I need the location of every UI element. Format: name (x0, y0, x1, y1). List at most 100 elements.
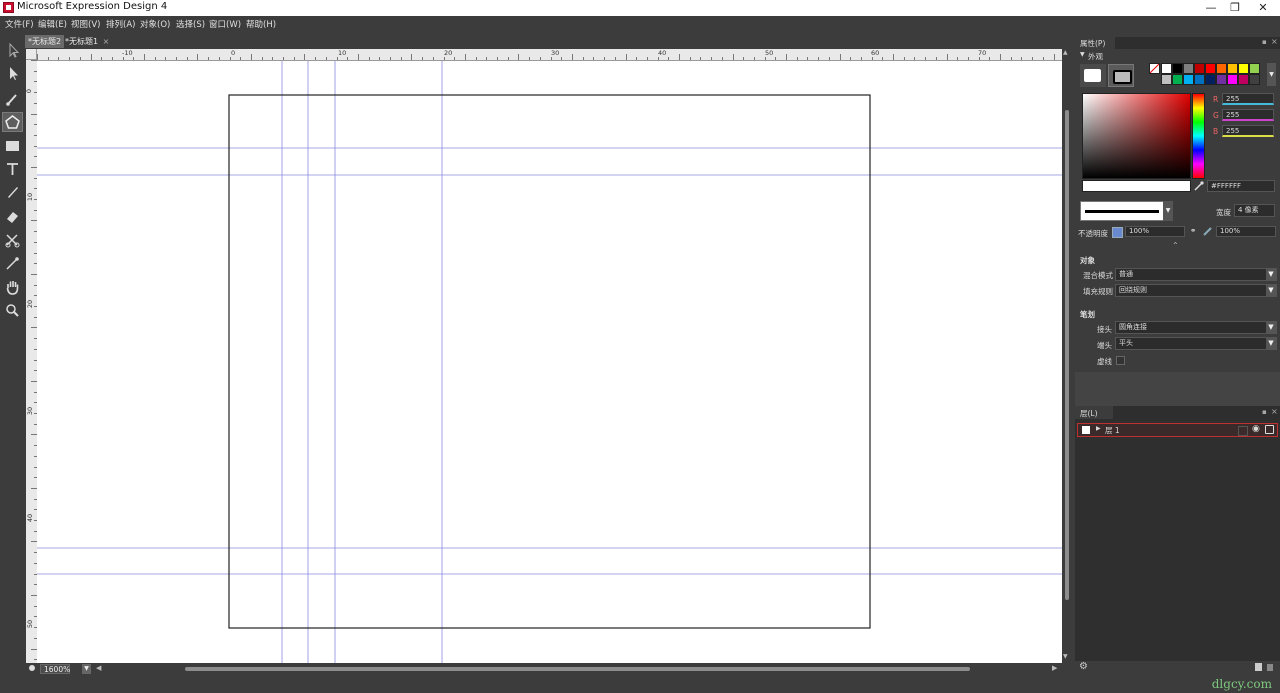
menu-window[interactable]: 窗口(W) (209, 18, 241, 30)
ruler-label: 10 (26, 192, 35, 202)
hex-input[interactable]: #FFFFFF (1207, 180, 1275, 192)
paintbrush-tool[interactable] (2, 89, 23, 109)
expand-up-icon[interactable]: ⌃ (1172, 241, 1179, 250)
layer-name[interactable]: 层 1 (1105, 425, 1120, 436)
cap-select[interactable]: 平头 ▼ (1115, 337, 1277, 350)
gear-icon[interactable]: ⚙ (1079, 661, 1088, 672)
menu-help[interactable]: 帮助(H) (246, 18, 276, 30)
menu-select[interactable]: 选择(S) (176, 18, 205, 30)
eye-icon[interactable]: ◉ (1252, 424, 1260, 434)
blend-mode-select[interactable]: 普通 ▼ (1115, 268, 1277, 281)
color-swatch[interactable] (1205, 63, 1216, 74)
color-swatch[interactable] (1227, 74, 1238, 85)
fill-button[interactable] (1080, 64, 1106, 87)
chevron-down-icon: ▼ (1266, 322, 1276, 333)
scroll-right-icon[interactable]: ▶ (1052, 664, 1057, 672)
link-icon[interactable]: ⚭ (1190, 226, 1196, 235)
layer-lock-box[interactable] (1238, 426, 1248, 436)
fill-opacity-input[interactable]: 100% (1125, 226, 1185, 237)
tab-untitled-1[interactable]: *无标题1 × (62, 35, 112, 48)
menu-edit[interactable]: 编辑(E) (38, 18, 67, 30)
color-swatch[interactable] (1216, 63, 1227, 74)
color-swatch[interactable] (1227, 63, 1238, 74)
join-select[interactable]: 圆角连接 ▼ (1115, 321, 1277, 334)
vertical-scroll-thumb[interactable] (1065, 110, 1069, 600)
selection-tool[interactable] (2, 40, 23, 60)
color-swatch[interactable] (1161, 63, 1172, 74)
zoom-field[interactable]: 1600% (40, 664, 70, 674)
pin-icon[interactable]: ▪ (1262, 408, 1267, 416)
scroll-up-icon[interactable]: ▲ (1063, 49, 1068, 56)
horizontal-ruler[interactable]: -10 0 10 20 30 40 50 60 70 (37, 49, 1062, 61)
scissors-tool[interactable] (2, 230, 23, 250)
panel-close-icon[interactable]: × (1271, 407, 1278, 416)
close-button[interactable]: ✕ (1246, 0, 1280, 16)
color-swatch[interactable] (1216, 74, 1227, 85)
no-fill-swatch[interactable] (1149, 63, 1160, 74)
pin-icon[interactable]: ▪ (1262, 38, 1267, 46)
tab-untitled-2[interactable]: *无标题2 (25, 35, 65, 48)
text-tool[interactable] (2, 159, 23, 179)
width-input[interactable]: 4 像素 (1234, 204, 1275, 217)
artboard[interactable] (37, 61, 1062, 663)
color-swatch[interactable] (1194, 63, 1205, 74)
zoom-tool[interactable] (2, 300, 23, 320)
collapse-icon[interactable]: ▼ (1080, 51, 1085, 58)
rectangle-tool[interactable] (2, 136, 23, 156)
stroke-dropdown-icon[interactable]: ▼ (1163, 201, 1173, 221)
lock-icon[interactable] (1265, 425, 1274, 434)
dash-checkbox[interactable] (1116, 356, 1125, 365)
fill-opacity-icon (1112, 227, 1123, 238)
menu-object[interactable]: 对象(O) (140, 18, 170, 30)
b-label: B (1213, 127, 1219, 136)
color-swatch[interactable] (1161, 74, 1172, 85)
eraser-tool[interactable] (2, 206, 23, 226)
color-swatch[interactable] (1172, 74, 1183, 85)
pen-tool[interactable] (2, 181, 23, 201)
eyedropper-icon (1194, 181, 1204, 191)
r-input[interactable]: 255 (1222, 93, 1274, 105)
layers-header: 层(L) ▪ × (1075, 406, 1280, 419)
panel-close-icon[interactable]: × (1271, 37, 1278, 46)
color-swatch[interactable] (1172, 63, 1183, 74)
scroll-down-icon[interactable]: ▼ (1063, 653, 1068, 660)
ruler-origin[interactable] (26, 49, 37, 60)
scroll-left-icon[interactable]: ◀ (96, 664, 101, 672)
color-swatch[interactable] (1249, 63, 1260, 74)
b-input[interactable]: 255 (1222, 125, 1274, 137)
color-swatch[interactable] (1183, 74, 1194, 85)
zoom-dropdown-icon[interactable]: ▼ (82, 664, 91, 674)
tab-close-button[interactable]: × (103, 37, 110, 46)
new-layer-icon[interactable] (1255, 663, 1262, 671)
fill-rule-select[interactable]: 回绕规则 ▼ (1115, 284, 1277, 297)
drawing-canvas[interactable] (37, 61, 1062, 663)
color-swatch[interactable] (1238, 74, 1249, 85)
color-swatch[interactable] (1194, 74, 1205, 85)
app-icon (3, 2, 14, 13)
polygon-tool[interactable] (2, 112, 23, 132)
color-swatch[interactable] (1238, 63, 1249, 74)
menu-file[interactable]: 文件(F) (5, 18, 34, 30)
color-swatch[interactable] (1183, 63, 1194, 74)
stroke-preview[interactable] (1080, 201, 1167, 221)
menu-view[interactable]: 视图(V) (71, 18, 100, 30)
horizontal-scroll-thumb[interactable] (185, 667, 970, 671)
layer-row[interactable]: ▶ 层 1 ◉ (1077, 423, 1278, 437)
hand-tool[interactable] (2, 277, 23, 297)
hand-icon (6, 281, 19, 295)
color-swatch[interactable] (1249, 74, 1260, 85)
eyedropper-tool[interactable] (2, 253, 23, 273)
color-swatch[interactable] (1205, 74, 1216, 85)
stroke-opacity-input[interactable]: 100% (1216, 226, 1276, 237)
expand-layer-icon[interactable]: ▶ (1096, 425, 1101, 432)
menu-arrange[interactable]: 排列(A) (106, 18, 135, 30)
scissors-icon (5, 234, 20, 248)
color-field[interactable] (1082, 93, 1191, 179)
eyedropper-button[interactable] (1193, 180, 1205, 192)
stroke-button[interactable] (1108, 64, 1134, 87)
delete-layer-icon[interactable] (1267, 664, 1273, 671)
hue-slider[interactable] (1192, 93, 1205, 179)
swatch-dropdown-icon[interactable]: ▼ (1267, 63, 1276, 86)
direct-selection-tool[interactable] (2, 63, 23, 83)
g-input[interactable]: 255 (1222, 109, 1274, 121)
